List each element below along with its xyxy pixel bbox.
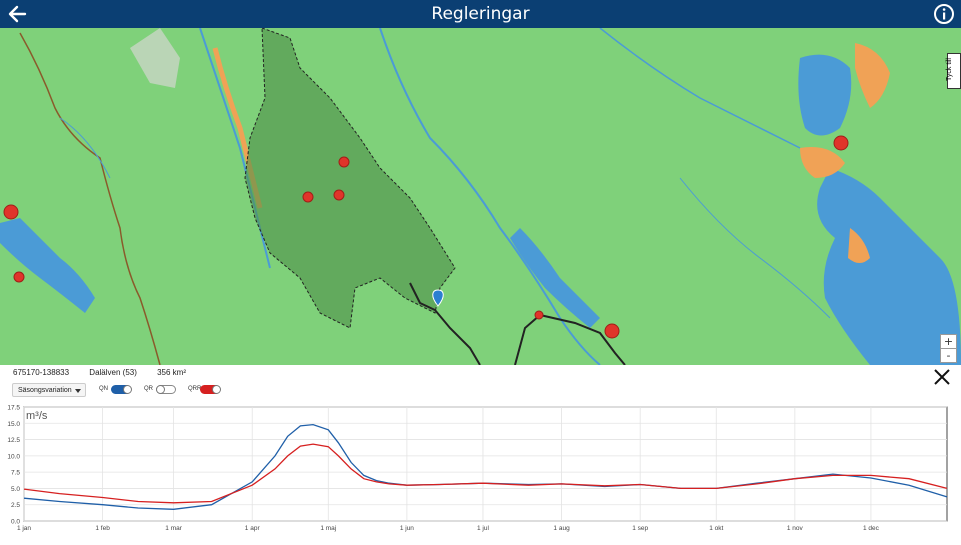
- x-tick-label: 1 jul: [477, 525, 489, 532]
- dropdown-label: Säsongsvariation: [18, 387, 72, 394]
- x-tick-label: 1 feb: [95, 525, 110, 532]
- toggle-qr-label: QR: [144, 386, 153, 392]
- station-id: 675170-138833: [13, 368, 70, 377]
- y-tick-label: 2.5: [11, 502, 20, 509]
- page-title: Regleringar: [431, 4, 530, 24]
- toggle-qn-label: QN: [99, 386, 108, 392]
- toggle-knob: [212, 385, 221, 394]
- station-info: 675170-138833 Dalälven (53) 356 km²: [13, 368, 204, 377]
- close-icon[interactable]: [933, 368, 951, 386]
- y-tick-label: 10.0: [7, 453, 20, 460]
- x-tick-label: 1 okt: [709, 525, 723, 532]
- y-tick-label: 17.5: [7, 405, 20, 412]
- x-tick-label: 1 dec: [863, 525, 880, 532]
- toggle-knob: [156, 385, 165, 394]
- chevron-down-icon: [75, 389, 81, 393]
- x-tick-label: 1 jun: [400, 525, 414, 532]
- x-tick-label: 1 sep: [632, 525, 648, 532]
- x-tick-label: 1 aug: [553, 525, 570, 532]
- toggle-qrr-switch[interactable]: [200, 385, 221, 394]
- y-tick-label: 15.0: [7, 421, 20, 428]
- y-tick-label: 5.0: [11, 486, 20, 493]
- zoom-out-button[interactable]: -: [940, 348, 957, 363]
- station-area: 356 km²: [157, 368, 187, 377]
- app-header: Regleringar: [0, 0, 961, 28]
- feedback-label: Tyck till: [945, 58, 953, 81]
- x-tick-label: 1 maj: [320, 525, 336, 532]
- toggle-knob: [123, 385, 132, 394]
- y-tick-label: 7.5: [11, 470, 20, 477]
- flow-chart: 0.0 2.5 5.0 7.5 10.0 12.5 15.0 17.5 1 jan 1 feb 1 …: [0, 397, 961, 540]
- zoom-in-button[interactable]: +: [940, 334, 957, 349]
- hydrograph-panel: 675170-138833 Dalälven (53) 356 km² Säso…: [0, 365, 961, 540]
- y-tick-label: 12.5: [7, 437, 20, 444]
- map-view[interactable]: Tyck till + -: [0, 28, 961, 365]
- x-tick-label: 1 mar: [165, 525, 182, 532]
- toggle-qr-switch[interactable]: [156, 385, 176, 394]
- feedback-tab[interactable]: Tyck till: [945, 53, 961, 89]
- station-river: Dalälven (53): [89, 368, 137, 377]
- plot-area: [23, 406, 948, 522]
- info-icon[interactable]: [933, 3, 955, 25]
- y-axis-label: m³/s: [26, 410, 48, 422]
- x-tick-label: 1 jan: [17, 525, 31, 532]
- season-dropdown[interactable]: Säsongsvariation: [12, 383, 86, 397]
- flow-chart-svg: 0.02.55.07.510.012.515.017.51 jan 1 feb 1 …: [7, 405, 948, 532]
- x-tick-label: 1 apr: [245, 525, 261, 532]
- x-tick-label: 1 nov: [787, 525, 804, 532]
- map-canvas: [0, 28, 961, 365]
- toggle-qn-switch[interactable]: [111, 385, 132, 394]
